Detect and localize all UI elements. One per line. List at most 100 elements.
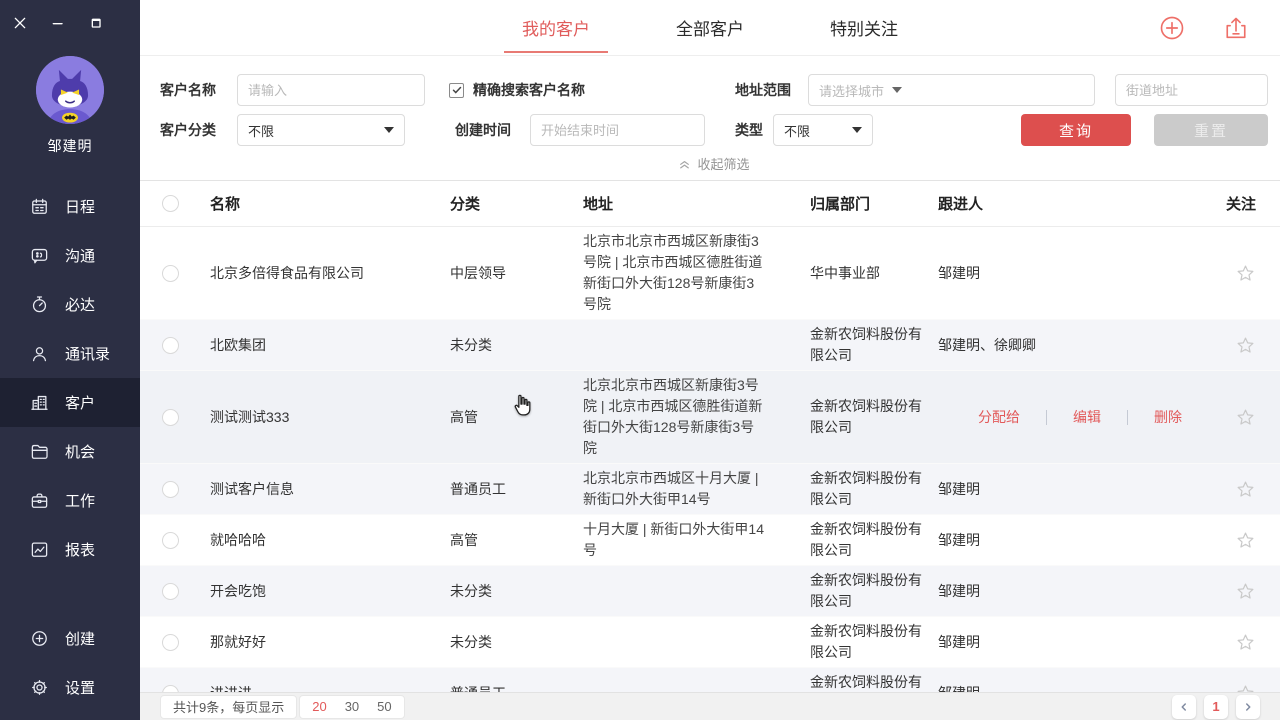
avatar[interactable]: [36, 56, 104, 124]
row-select-cell: [140, 583, 200, 600]
exact-search-label: 精确搜索客户名称: [473, 80, 585, 100]
sidebar-item-building[interactable]: 客户: [0, 378, 140, 427]
table-row[interactable]: 测试客户信息普通员工北京北京市西城区十月大厦 | 新街口外大街甲14号金新农饲料…: [140, 464, 1280, 515]
street-address-input[interactable]: [1115, 74, 1268, 106]
row-select-radio[interactable]: [162, 634, 179, 651]
reset-button[interactable]: 重置: [1154, 114, 1268, 146]
favorite-star-icon[interactable]: [1235, 407, 1256, 428]
customer-category: 未分类: [445, 632, 583, 653]
customer-department: 金新农饲料股份有限公司: [808, 570, 935, 612]
prev-page-button[interactable]: [1172, 695, 1196, 719]
customer-name: 测试客户信息: [200, 479, 445, 500]
tab-3[interactable]: 特别关注: [830, 11, 898, 44]
sidebar-item-chat[interactable]: 沟通: [0, 231, 140, 280]
sidebar-item-label: 客户: [65, 392, 95, 413]
customer-address: 十月大厦 | 新街口外大街甲14号: [583, 519, 808, 561]
maximize-icon[interactable]: [88, 15, 104, 31]
check-icon: [451, 84, 463, 96]
chevron-down-icon: [852, 127, 862, 133]
collapse-filters-link[interactable]: 收起筛选: [160, 146, 1268, 180]
sidebar-item-chart[interactable]: 报表: [0, 525, 140, 574]
tab-1[interactable]: 我的客户: [522, 11, 590, 44]
row-action-link[interactable]: 删除: [1154, 407, 1182, 428]
favorite-cell: [1190, 683, 1280, 693]
row-action-link[interactable]: 分配给: [978, 407, 1020, 428]
sidebar-item-calendar[interactable]: 日程: [0, 182, 140, 231]
exact-search-checkbox[interactable]: [449, 83, 464, 98]
page-size-option[interactable]: 50: [377, 699, 391, 714]
table-row[interactable]: 开会吃饱未分类金新农饲料股份有限公司邹建明: [140, 566, 1280, 617]
row-select-cell: [140, 481, 200, 498]
export-icon[interactable]: [1222, 14, 1250, 42]
type-select[interactable]: 不限: [773, 114, 873, 146]
footer-bar: 共计9条，每页显示 203050 1: [140, 692, 1280, 720]
customer-name: 北京多倍得食品有限公司: [200, 263, 445, 284]
row-select-radio[interactable]: [162, 481, 179, 498]
search-button[interactable]: 查询: [1021, 114, 1131, 146]
window-controls: [0, 0, 140, 34]
sidebar-item-contacts[interactable]: 通讯录: [0, 329, 140, 378]
row-actions: 分配给 编辑 删除: [938, 407, 1190, 428]
create-time-input[interactable]: [530, 114, 705, 146]
sidebar-item-plus-circle[interactable]: 创建: [0, 614, 140, 663]
close-icon[interactable]: [12, 15, 28, 31]
next-page-button[interactable]: [1236, 695, 1260, 719]
sidebar-item-briefcase[interactable]: 工作: [0, 476, 140, 525]
category-select[interactable]: 不限: [237, 114, 405, 146]
table-row[interactable]: 进进进普通员工金新农饲料股份有限公司邹建明: [140, 668, 1280, 692]
tabs: 我的客户 全部客户 特别关注: [522, 11, 898, 44]
minimize-icon[interactable]: [50, 15, 66, 31]
customer-category: 未分类: [445, 335, 583, 356]
favorite-star-icon[interactable]: [1235, 479, 1256, 500]
row-action-link[interactable]: 编辑: [1073, 407, 1101, 428]
favorite-star-icon[interactable]: [1235, 683, 1256, 693]
sidebar-item-label: 创建: [65, 628, 95, 649]
customer-category: 高管: [445, 407, 583, 428]
category-label: 客户分类: [160, 120, 216, 140]
customer-address: 北京北京市西城区新康街3号院 | 北京市西城区德胜街道新街口外大街128号新康街…: [583, 375, 808, 459]
tab-2[interactable]: 全部客户: [676, 11, 744, 44]
sidebar-item-label: 通讯录: [65, 343, 110, 364]
sidebar-item-stopwatch[interactable]: 必达: [0, 280, 140, 329]
favorite-star-icon[interactable]: [1235, 263, 1256, 284]
chat-icon: [30, 246, 49, 265]
action-separator: [1127, 410, 1128, 425]
row-select-radio[interactable]: [162, 409, 179, 426]
customer-department: 金新农饲料股份有限公司: [808, 621, 935, 663]
row-select-radio[interactable]: [162, 532, 179, 549]
contacts-icon: [30, 344, 49, 363]
add-customer-button[interactable]: [1158, 14, 1186, 42]
table-row[interactable]: 那就好好未分类金新农饲料股份有限公司邹建明: [140, 617, 1280, 668]
select-all-radio[interactable]: [162, 195, 179, 212]
favorite-star-icon[interactable]: [1235, 581, 1256, 602]
favorite-star-icon[interactable]: [1235, 335, 1256, 356]
city-select[interactable]: 请选择城市: [808, 74, 1095, 106]
sidebar-item-label: 报表: [65, 539, 95, 560]
customer-name: 进进进: [200, 683, 445, 693]
favorite-star-icon[interactable]: [1235, 632, 1256, 653]
row-select-radio[interactable]: [162, 265, 179, 282]
page-size-option[interactable]: 30: [345, 699, 359, 714]
customer-follower: 邹建明: [935, 530, 1190, 551]
gear-icon: [30, 678, 49, 697]
table-row[interactable]: 就哈哈哈高管十月大厦 | 新街口外大街甲14号金新农饲料股份有限公司邹建明: [140, 515, 1280, 566]
header-favorite: 关注: [1190, 193, 1280, 214]
header-category: 分类: [445, 193, 583, 214]
region-label: 地址范围: [735, 80, 791, 100]
header-follower: 跟进人: [935, 193, 1190, 214]
customer-department: 金新农饲料股份有限公司: [808, 324, 935, 366]
row-select-cell: [140, 634, 200, 651]
table-row[interactable]: 北京多倍得食品有限公司中层领导北京市北京市西城区新康街3号院 | 北京市西城区德…: [140, 227, 1280, 320]
row-select-radio[interactable]: [162, 583, 179, 600]
customer-name-input[interactable]: [237, 74, 425, 106]
row-select-radio[interactable]: [162, 337, 179, 354]
current-page-button[interactable]: 1: [1204, 695, 1228, 719]
page-size-option[interactable]: 20: [312, 699, 326, 714]
sidebar-item-folder[interactable]: 机会: [0, 427, 140, 476]
table-row[interactable]: 北欧集团未分类金新农饲料股份有限公司邹建明、徐卿卿: [140, 320, 1280, 371]
row-select-radio[interactable]: [162, 685, 179, 693]
favorite-star-icon[interactable]: [1235, 530, 1256, 551]
sidebar-item-gear[interactable]: 设置: [0, 663, 140, 712]
table-row[interactable]: 测试测试333高管北京北京市西城区新康街3号院 | 北京市西城区德胜街道新街口外…: [140, 371, 1280, 464]
customer-follower: 邹建明: [935, 479, 1190, 500]
